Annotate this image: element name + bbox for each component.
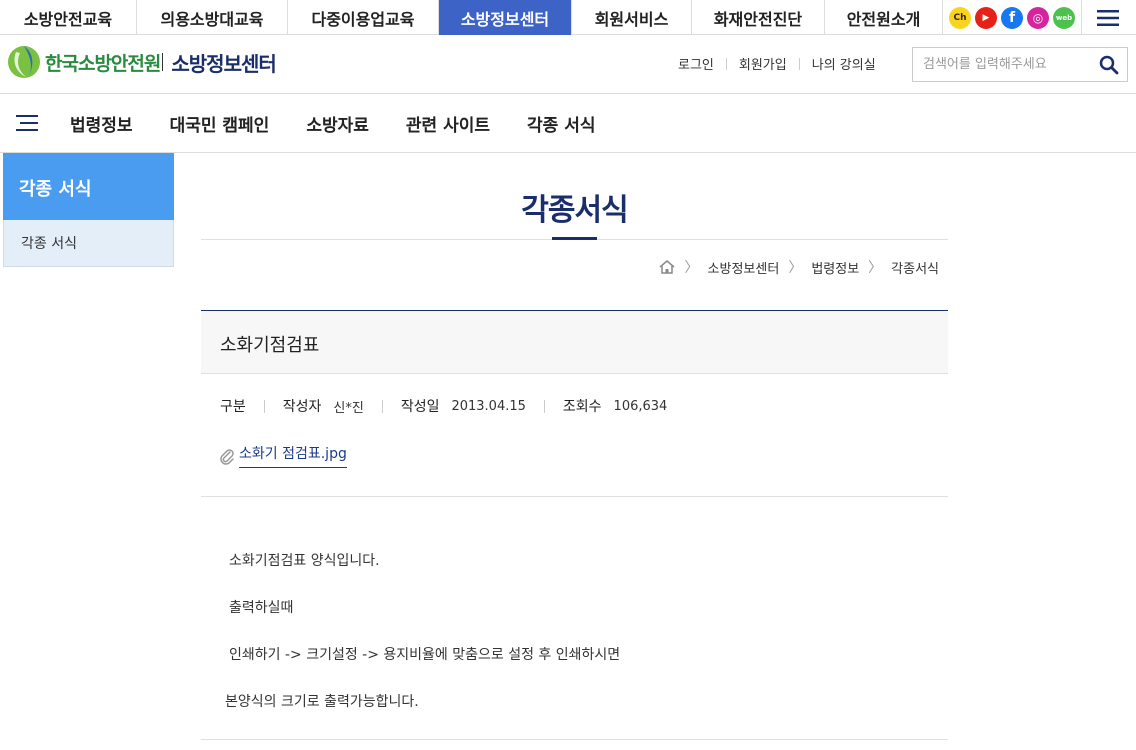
social-links: Ch ▶ f ◎ web [943,0,1082,35]
facebook-icon[interactable]: f [1001,6,1023,29]
divider [798,57,800,70]
tab-member-service[interactable]: 회원서비스 [572,0,692,35]
nav-fire-materials[interactable]: 소방자료 [306,111,369,136]
paperclip-icon [220,448,234,465]
chevron-right-icon: 〉 [684,260,699,276]
date-value: 2013.04.15 [451,398,526,414]
tab-fire-info-center[interactable]: 소방정보센터 [439,0,572,35]
login-link[interactable]: 로그인 [678,54,714,73]
main-nav: 법령정보 대국민 캠페인 소방자료 관련 사이트 각종 서식 [0,94,1136,153]
tab-fire-safety-diagnosis[interactable]: 화재안전진단 [692,0,825,35]
logo-text: 한국소방안전원 [45,52,161,75]
tab-volunteer-fire-edu[interactable]: 의용소방대교육 [137,0,288,35]
date-label: 작성일 [400,399,440,415]
tab-about[interactable]: 안전원소개 [825,0,943,35]
search-button[interactable] [1091,48,1127,81]
content-divider [201,496,948,497]
all-menu-button[interactable] [1082,0,1134,35]
nav-menu-button[interactable] [0,115,54,131]
breadcrumb-item[interactable]: 법령정보 [811,258,859,277]
hamburger-icon [16,115,38,131]
chevron-right-icon: 〉 [788,260,803,276]
author-value: 신*진 [333,400,364,416]
search-icon [1099,55,1119,74]
site-header: 한국소방안전원 소방정보센터 로그인 회원가입 나의 강의실 [0,35,1136,94]
instagram-icon[interactable]: ◎ [1027,6,1049,29]
views-value: 106,634 [613,398,668,414]
logo-emblem-icon [8,46,40,78]
kakao-channel-icon[interactable]: Ch [949,6,971,29]
body-line: 출력하실때 [229,600,294,616]
body-line: 소화기점검표 양식입니다. [229,553,380,569]
post-meta: 구분 작성자 신*진 작성일 2013.04.15 조회수 106,634 [220,396,667,416]
nav-campaign[interactable]: 대국민 캠페인 [170,111,270,136]
divider [543,399,545,413]
logo-subtitle: 소방정보센터 [171,51,276,76]
nav-related-sites[interactable]: 관련 사이트 [406,111,490,136]
breadcrumb-item-current: 각종서식 [891,261,939,277]
home-icon[interactable] [658,259,676,275]
attachment: 소화기 점검표.jpg [219,443,347,468]
search-input[interactable] [913,48,1091,81]
divider [725,57,727,70]
logo-divider [162,53,164,71]
webzine-icon[interactable]: web [1053,6,1075,29]
site-logo[interactable]: 한국소방안전원 소방정보센터 [6,44,277,80]
breadcrumb: 〉 소방정보센터 〉 법령정보 〉 각종서식 [658,257,939,277]
tab-fire-safety-edu[interactable]: 소방안전교육 [0,0,137,35]
views-label: 조회수 [562,399,602,415]
sidebar-item-forms[interactable]: 각종 서식 [3,220,174,267]
nav-forms[interactable]: 각종 서식 [527,111,595,136]
signup-link[interactable]: 회원가입 [739,54,787,73]
my-classroom-link[interactable]: 나의 강의실 [812,54,876,73]
chevron-right-icon: 〉 [868,260,883,276]
top-tab-bar: 소방안전교육 의용소방대교육 다중이용업교육 소방정보센터 회원서비스 화재안전… [0,0,1136,35]
category-label: 구분 [220,399,246,415]
title-accent-bar [552,237,597,240]
youtube-icon[interactable]: ▶ [975,6,997,29]
body-line: 본양식의 크기로 출력가능합니다. [225,694,419,710]
nav-law-info[interactable]: 법령정보 [70,111,133,136]
author-label: 작성자 [282,399,322,415]
divider [263,399,265,413]
search-box [912,47,1128,82]
page-title: 각종서식 [521,193,628,228]
sidebar-title: 각종 서식 [3,153,174,220]
post-title: 소화기점검표 [201,310,948,374]
breadcrumb-item[interactable]: 소방정보센터 [708,258,780,277]
hamburger-icon [1097,9,1119,26]
attachment-link[interactable]: 소화기 점검표.jpg [239,443,347,468]
body-line: 인쇄하기 -> 크기설정 -> 용지비율에 맞춤으로 설정 후 인쇄하시면 [229,647,621,663]
utility-links: 로그인 회원가입 나의 강의실 [678,54,876,73]
tab-multiuse-edu[interactable]: 다중이용업교육 [288,0,439,35]
content-bottom-divider [201,739,948,740]
divider [381,399,383,413]
